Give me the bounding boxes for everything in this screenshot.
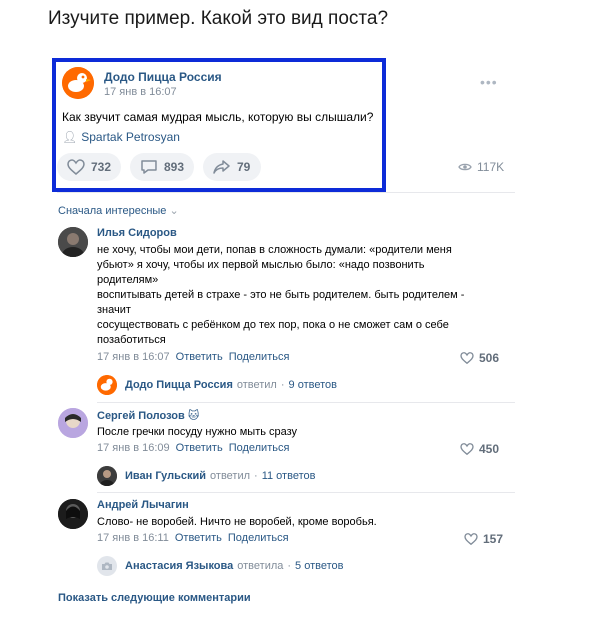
comment-like-button[interactable]: 450 (460, 442, 499, 456)
more-icon[interactable]: ••• (480, 74, 498, 90)
like-count: 732 (90, 160, 111, 174)
comment-count: 893 (163, 160, 184, 174)
comment-author[interactable]: Андрей Лычагин (97, 499, 189, 511)
comment-line: не хочу, чтобы мои дети, попав в сложнос… (97, 244, 452, 256)
comment-text: Слово- не воробей. Ничто не воробей, кро… (97, 515, 377, 530)
reply-author[interactable]: Додо Пицца Россия (125, 379, 233, 391)
dodo-avatar (97, 375, 117, 395)
comment-line: родителям» (97, 274, 159, 286)
comment-like-count: 157 (483, 532, 504, 546)
comment-text: не хочу, чтобы мои дети, попав в сложнос… (97, 243, 464, 348)
comment-button[interactable]: 893 (130, 153, 194, 181)
dodo-avatar[interactable] (62, 67, 94, 99)
comment-author[interactable]: Сергей Полозов 🐱 (97, 409, 199, 422)
reply-count[interactable]: 5 ответов (295, 560, 343, 572)
reply-verb: ответил (210, 470, 251, 482)
chevron-down-icon: ⌄ (169, 205, 179, 217)
comment-line: После гречки посуду нужно мыть сразу (97, 426, 298, 438)
reply-link[interactable]: Ответить (176, 351, 223, 363)
comment-like-count: 506 (479, 351, 500, 365)
comment-author[interactable]: Илья Сидоров (97, 227, 177, 239)
share-link[interactable]: Поделиться (229, 351, 290, 363)
eye-icon (458, 163, 472, 171)
share-icon (213, 160, 230, 174)
views-count: 117K (477, 160, 505, 174)
post-text: Как звучит самая мудрая мысль, которую в… (62, 110, 374, 124)
reply-thread[interactable]: Додо Пицца Россия ответил · 9 ответов (97, 375, 337, 395)
comment-date[interactable]: 17 янв в 16:11 (97, 532, 169, 544)
reply-author[interactable]: Иван Гульский (125, 470, 206, 482)
comment-date[interactable]: 17 янв в 16:07 (97, 351, 170, 363)
avatar[interactable] (58, 499, 88, 529)
avatar (97, 466, 117, 486)
comment-line: убьют» я хочу, чтобы их первой мыслью бы… (97, 259, 425, 271)
post-author[interactable]: Додо Пицца Россия (104, 70, 222, 84)
comment-divider (97, 402, 515, 403)
show-more-comments-link[interactable]: Показать следующие комментарии (58, 592, 251, 604)
reply-verb: ответила (237, 560, 284, 572)
avatar[interactable] (58, 227, 88, 257)
comment-line: значит (97, 304, 131, 316)
camera-icon (97, 556, 117, 576)
comment-icon (141, 160, 157, 174)
reply-verb: ответил (236, 379, 277, 391)
reply-author[interactable]: Анастасия Языкова (125, 560, 233, 572)
dot-separator: · (280, 379, 285, 391)
post-date[interactable]: 17 янв в 16:07 (104, 86, 177, 98)
sort-label: Сначала интересные (58, 205, 167, 217)
heart-icon (464, 533, 478, 545)
comment-divider (97, 492, 515, 493)
share-count: 79 (237, 160, 251, 174)
cat-badge-icon: 🐱 (187, 410, 200, 422)
comment-meta: 17 янв в 16:11 Ответить Поделиться (97, 532, 289, 544)
reply-thread[interactable]: Анастасия Языкова ответила · 5 ответов (97, 556, 343, 576)
heart-icon (67, 159, 85, 175)
page-heading: Изучите пример. Какой это вид поста? (48, 8, 389, 29)
reply-link[interactable]: Ответить (175, 532, 222, 544)
comment-date[interactable]: 17 янв в 16:09 (97, 442, 170, 454)
reply-link[interactable]: Ответить (176, 442, 223, 454)
reply-thread[interactable]: Иван Гульский ответил · 11 ответов (97, 466, 315, 486)
signer-name: Spartak Petrosyan (81, 130, 180, 144)
heart-icon (460, 352, 474, 364)
comment-line: позаботиться (97, 334, 166, 346)
dot-separator: · (287, 560, 292, 572)
sort-dropdown[interactable]: Сначала интересные ⌄ (58, 204, 179, 217)
comment-like-button[interactable]: 506 (460, 351, 499, 365)
comment-like-button[interactable]: 157 (464, 532, 503, 546)
comment-like-count: 450 (479, 442, 500, 456)
reply-count[interactable]: 11 ответов (262, 470, 316, 482)
reply-count[interactable]: 9 ответов (289, 379, 337, 391)
views-counter: 117K (458, 160, 504, 174)
comment-meta: 17 янв в 16:07 Ответить Поделиться (97, 351, 289, 363)
like-button[interactable]: 732 (57, 153, 121, 181)
comment-text: После гречки посуду нужно мыть сразу (97, 425, 297, 440)
share-link[interactable]: Поделиться (228, 532, 289, 544)
share-link[interactable]: Поделиться (229, 442, 290, 454)
comment-line: сосуществовать с ребёнком до тех пор, по… (97, 319, 449, 331)
comment-line: Слово- не воробей. Ничто не воробей, кро… (97, 516, 377, 528)
post-divider (57, 192, 515, 193)
comment-line: воспитывать детей в страхе - это не быть… (97, 289, 465, 301)
comment-meta: 17 янв в 16:09 Ответить Поделиться (97, 442, 289, 454)
dot-separator: · (254, 470, 258, 482)
person-icon: 👤︎ (62, 130, 78, 144)
comment-author-name: Сергей Полозов (97, 410, 185, 422)
post-signer[interactable]: 👤︎ Spartak Petrosyan (62, 130, 180, 144)
heart-icon (460, 443, 474, 455)
avatar[interactable] (58, 408, 88, 438)
share-button[interactable]: 79 (203, 153, 261, 181)
